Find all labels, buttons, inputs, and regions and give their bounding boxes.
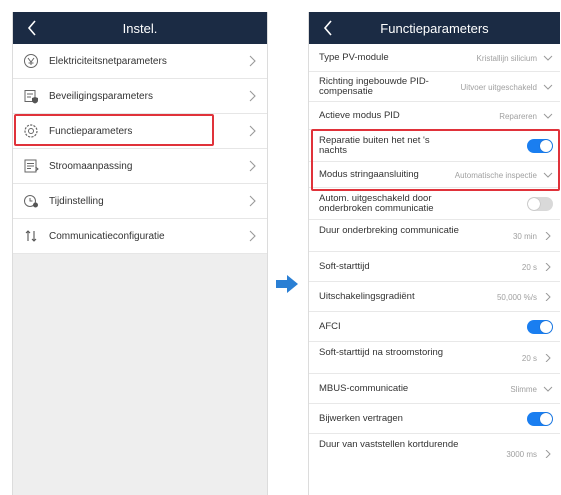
chevron-right-icon	[545, 354, 551, 362]
param-auto-off-comm-interrupted: Autom. uitgeschakeld door onderbroken co…	[309, 188, 560, 220]
menu-item-grid-parameters[interactable]: Elektriciteitsnetparameters	[13, 44, 267, 79]
chevron-right-icon	[545, 263, 551, 271]
menu-item-protection-parameters[interactable]: Beveiligingsparameters	[13, 79, 267, 114]
param-pv-module-type[interactable]: Type PV-module Kristallijn silicium	[309, 44, 560, 72]
param-label: Bijwerken vertragen	[319, 413, 403, 424]
menu-item-function-parameters[interactable]: Functieparameters	[13, 114, 267, 149]
page-title: Instel.	[122, 20, 158, 36]
param-value: Uitvoer uitgeschakeld	[460, 83, 537, 92]
chevron-down-icon	[543, 84, 553, 90]
chevron-down-icon	[543, 55, 553, 61]
arrow-right-icon	[276, 275, 298, 293]
param-label: Soft-starttijd	[319, 261, 370, 272]
menu-item-label: Functieparameters	[49, 125, 133, 137]
chevron-right-icon	[545, 293, 551, 301]
function-parameters-screen: Functieparameters Type PV-module Kristal…	[308, 12, 560, 495]
param-value: Repareren	[499, 112, 537, 121]
chevron-down-icon	[543, 172, 553, 178]
toggle-switch[interactable]	[527, 320, 553, 334]
param-afci: AFCI	[309, 312, 560, 342]
toggle-switch[interactable]	[527, 412, 553, 426]
param-label: Actieve modus PID	[319, 110, 400, 121]
param-label: Autom. uitgeschakeld door onderbroken co…	[319, 193, 434, 214]
chevron-right-icon	[249, 195, 256, 207]
chevron-right-icon	[249, 90, 256, 102]
back-button[interactable]	[21, 17, 43, 39]
grid-parameters-icon	[23, 53, 39, 69]
settings-screen: Instel. Elektriciteitsnetparameters Beve…	[12, 12, 268, 495]
param-label: Richting ingebouwde PID-compensatie	[319, 76, 429, 97]
toggle-knob	[540, 413, 552, 425]
param-label: Modus stringaansluiting	[319, 169, 419, 180]
function-parameters-icon	[23, 123, 39, 139]
param-value: 50,000 %/s	[496, 293, 537, 302]
param-shutdown-gradient[interactable]: Uitschakelingsgradiënt 50,000 %/s	[309, 282, 560, 312]
chevron-down-icon	[543, 113, 553, 119]
param-soft-start-time[interactable]: Soft-starttijd 20 s	[309, 252, 560, 282]
param-value: Automatische inspectie	[454, 171, 537, 180]
chevron-left-icon	[27, 20, 36, 36]
chevron-right-icon	[545, 232, 551, 240]
param-short-duration-detect[interactable]: Duur van vaststellen kortdurende 3000 ms	[309, 434, 560, 474]
param-value: Slimme	[510, 385, 537, 394]
toggle-switch[interactable]	[527, 139, 553, 153]
param-night-off-grid-repair: Reparatie buiten het net 's nachts	[309, 130, 560, 162]
menu-item-power-adjustment[interactable]: Stroomaanpassing	[13, 149, 267, 184]
menu-item-label: Beveiligingsparameters	[49, 90, 153, 102]
param-value: 20 s	[521, 354, 537, 363]
param-value: 30 min	[512, 232, 537, 241]
toggle-knob	[540, 321, 552, 333]
menu-item-label: Elektriciteitsnetparameters	[49, 55, 167, 67]
settings-menu: Elektriciteitsnetparameters Beveiligings…	[13, 44, 267, 254]
param-label: Duur onderbreking communicatie	[319, 225, 459, 236]
param-value: 3000 ms	[506, 450, 537, 459]
chevron-left-icon	[323, 20, 332, 36]
function-parameters-header: Functieparameters	[309, 12, 560, 44]
param-pid-compensation-direction[interactable]: Richting ingebouwde PID-compensatie Uitv…	[309, 72, 560, 102]
settings-header: Instel.	[13, 12, 267, 44]
menu-item-label: Tijdinstelling	[49, 195, 104, 207]
param-comm-interruption-duration[interactable]: Duur onderbreking communicatie 30 min	[309, 220, 560, 252]
param-value: 20 s	[521, 263, 537, 272]
toggle-knob	[528, 198, 540, 210]
param-label: Soft-starttijd na stroomstoring	[319, 347, 444, 358]
toggle-knob	[540, 140, 552, 152]
menu-item-label: Stroomaanpassing	[49, 160, 133, 172]
param-label: Duur van vaststellen kortdurende	[319, 439, 459, 450]
chevron-right-icon	[545, 450, 551, 458]
chevron-down-icon	[543, 386, 553, 392]
screenshot-stage: Instel. Elektriciteitsnetparameters Beve…	[0, 0, 561, 495]
time-setting-icon	[23, 193, 39, 209]
param-soft-start-after-outage[interactable]: Soft-starttijd na stroomstoring 20 s	[309, 342, 560, 374]
chevron-right-icon	[249, 125, 256, 137]
param-label: Type PV-module	[319, 52, 389, 63]
menu-item-time-setting[interactable]: Tijdinstelling	[13, 184, 267, 219]
param-active-pid-mode[interactable]: Actieve modus PID Repareren	[309, 102, 560, 130]
param-label: Reparatie buiten het net 's nachts	[319, 135, 430, 156]
param-label: AFCI	[319, 321, 341, 332]
chevron-right-icon	[249, 55, 256, 67]
param-mbus-communication[interactable]: MBUS-communicatie Slimme	[309, 374, 560, 404]
param-label: MBUS-communicatie	[319, 383, 409, 394]
power-adjustment-icon	[23, 158, 39, 174]
param-delay-update: Bijwerken vertragen	[309, 404, 560, 434]
param-string-connection-mode[interactable]: Modus stringaansluiting Automatische ins…	[309, 162, 560, 188]
param-label: Uitschakelingsgradiënt	[319, 291, 415, 302]
param-value: Kristallijn silicium	[476, 54, 537, 63]
toggle-switch[interactable]	[527, 197, 553, 211]
chevron-right-icon	[249, 230, 256, 242]
chevron-right-icon	[249, 160, 256, 172]
page-title: Functieparameters	[380, 20, 489, 36]
back-button[interactable]	[317, 17, 339, 39]
protection-parameters-icon	[23, 88, 39, 104]
communication-config-icon	[23, 228, 39, 244]
menu-item-label: Communicatieconfiguratie	[49, 230, 165, 242]
menu-item-communication-config[interactable]: Communicatieconfiguratie	[13, 219, 267, 254]
